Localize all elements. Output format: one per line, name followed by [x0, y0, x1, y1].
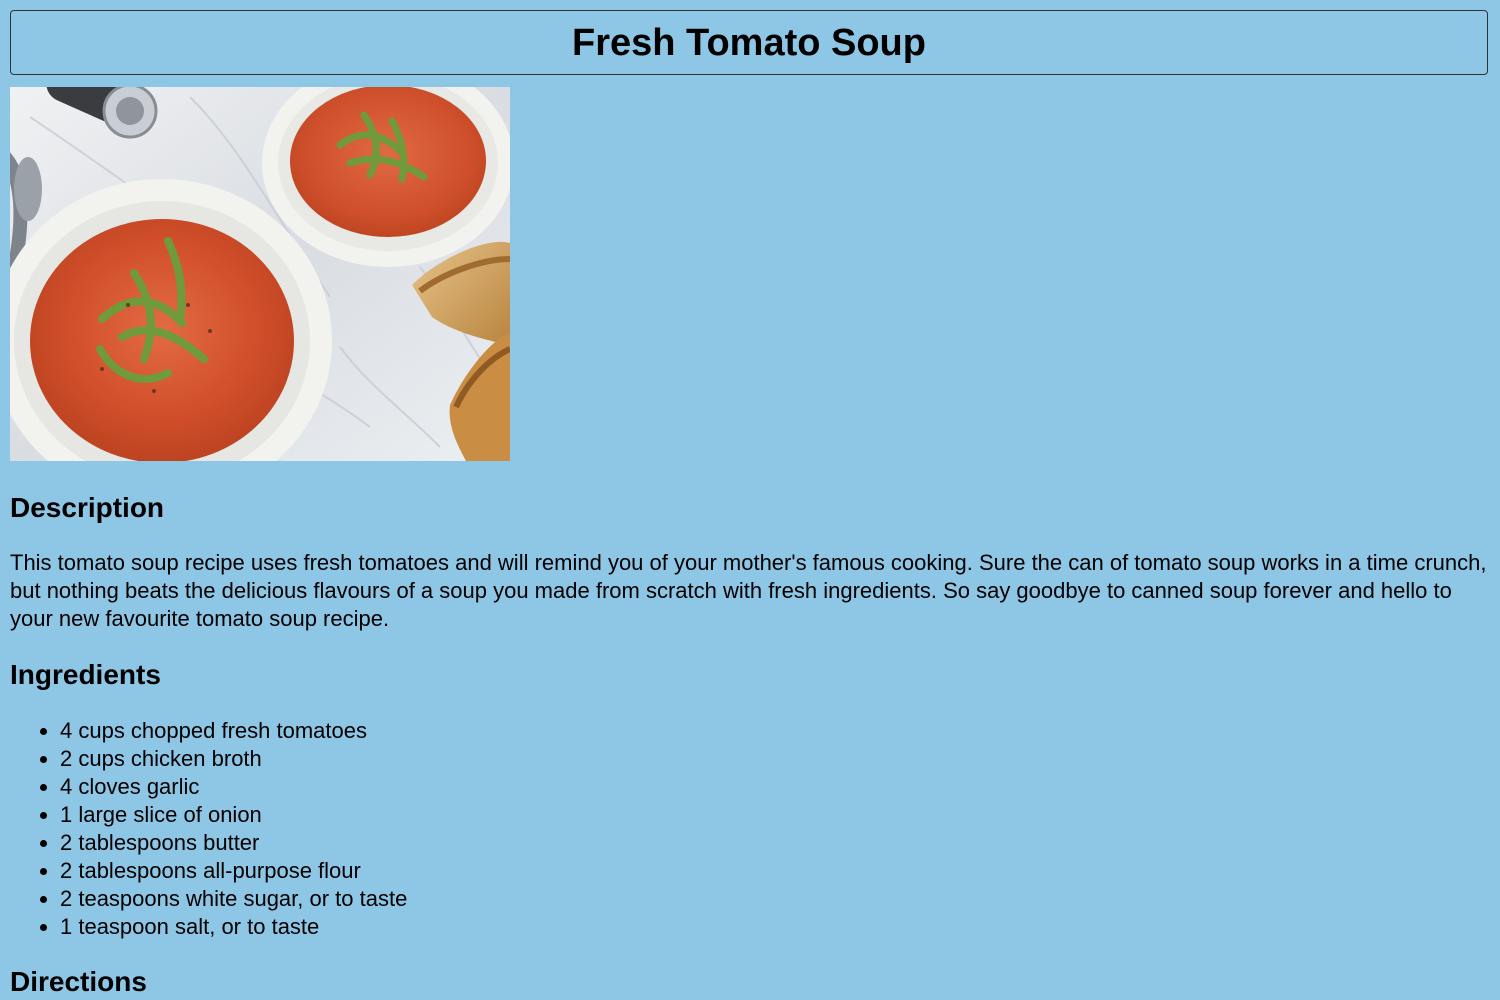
- list-item: 2 tablespoons butter: [60, 829, 407, 857]
- list-item: 1 teaspoon salt, or to taste: [60, 913, 407, 941]
- recipe-page: Fresh Tomato Soup Description This tomat…: [0, 0, 1500, 1000]
- list-item: 4 cups chopped fresh tomatoes: [60, 717, 407, 745]
- description-text: This tomato soup recipe uses fresh tomat…: [10, 550, 1487, 631]
- list-item: 2 teaspoons white sugar, or to taste: [60, 885, 407, 913]
- recipe-hero-image: [10, 87, 510, 461]
- list-item: 2 tablespoons all-purpose flour: [60, 857, 407, 885]
- description-heading: Description: [10, 492, 165, 523]
- list-item: 1 large slice of onion: [60, 801, 407, 829]
- ingredients-heading: Ingredients: [10, 659, 161, 690]
- page-header: Fresh Tomato Soup: [10, 10, 1488, 75]
- directions-heading: Directions: [10, 966, 147, 997]
- list-item: 4 cloves garlic: [60, 773, 407, 801]
- page-title: Fresh Tomato Soup: [572, 21, 926, 64]
- ingredients-list: 4 cups chopped fresh tomatoes 2 cups chi…: [10, 717, 407, 941]
- list-item: 2 cups chicken broth: [60, 745, 407, 773]
